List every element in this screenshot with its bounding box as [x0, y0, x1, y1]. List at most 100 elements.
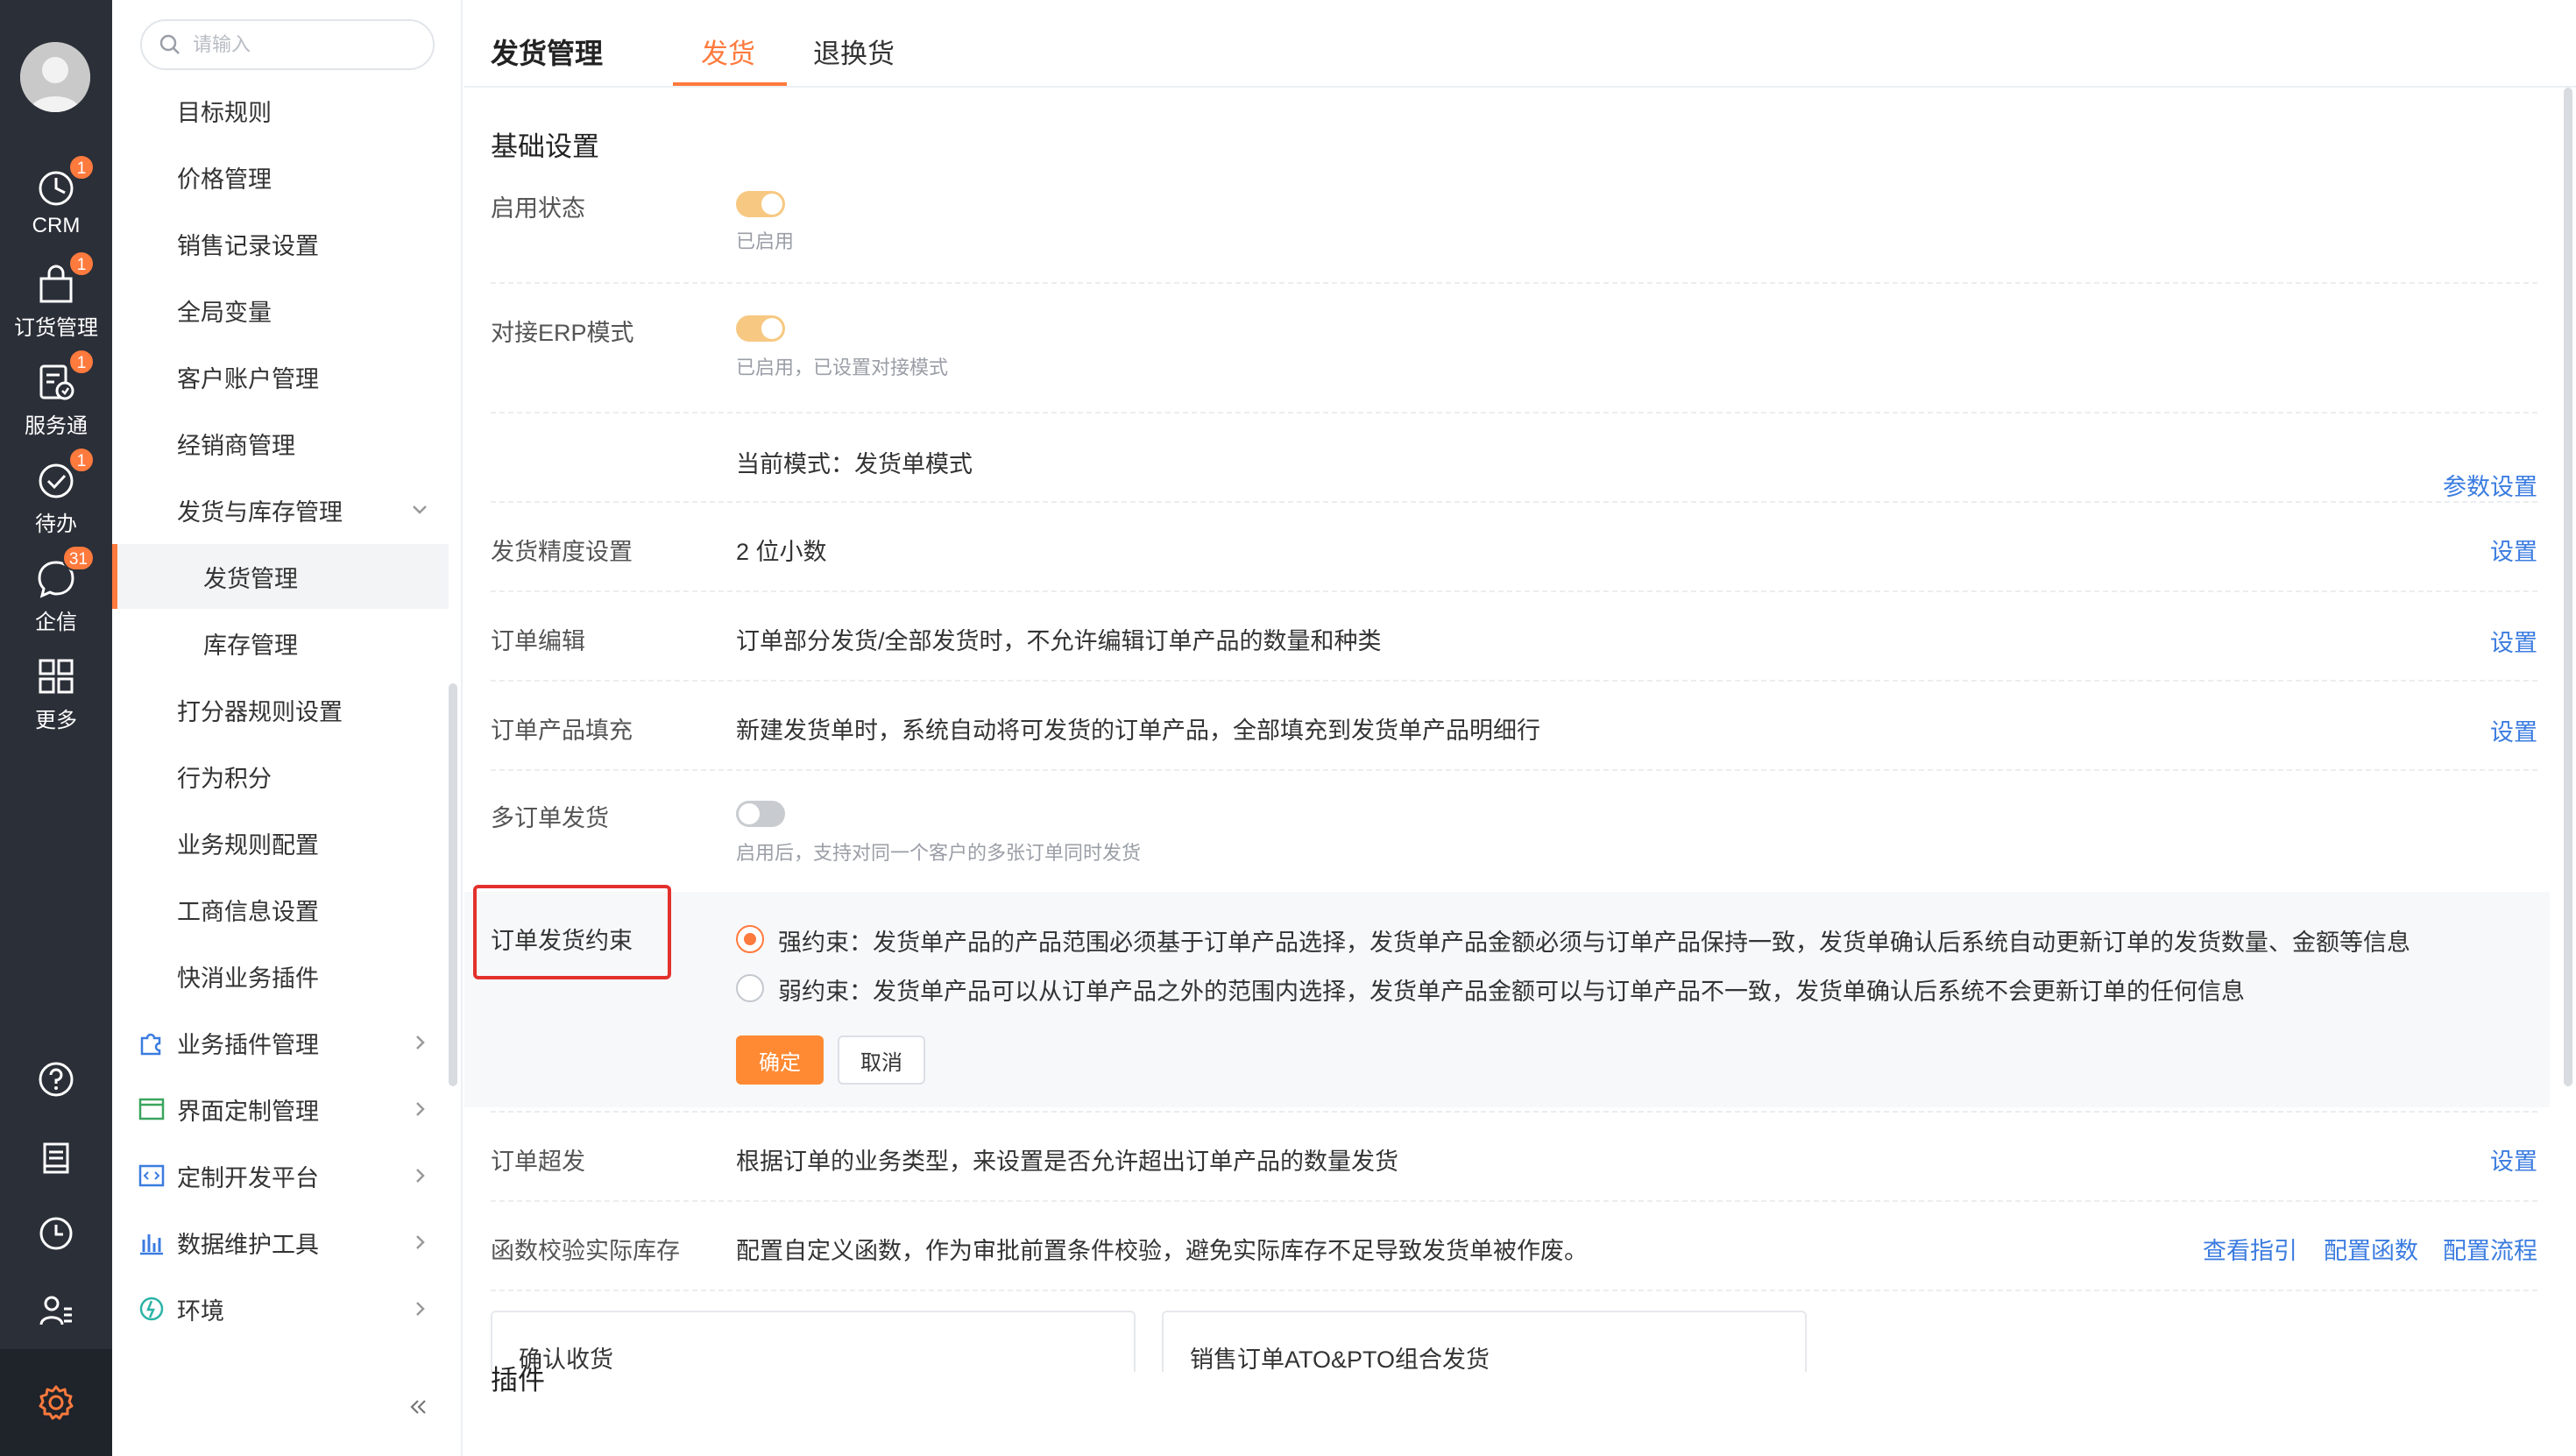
history-button[interactable] [0, 1198, 112, 1269]
chevron-right-icon [416, 1302, 425, 1316]
sidebar-item-target-rules[interactable]: 目标规则 [112, 78, 449, 143]
clock-icon [39, 1217, 73, 1250]
plugin-card-ato-pto[interactable]: 销售订单ATO&PTO组合发货 [1162, 1311, 1807, 1372]
sidebar-item-sales-record[interactable]: 销售记录设置 [112, 211, 449, 276]
sidebar-item-environment[interactable]: 环境 [112, 1276, 449, 1341]
chevron-down-icon [413, 505, 427, 514]
divider [491, 412, 2537, 413]
rail-badge: 1 [68, 447, 95, 473]
rail-item-service[interactable]: 1 服务通 [0, 349, 112, 450]
rail-label: 企信 [35, 611, 77, 634]
sidebar-item-label: 库存管理 [203, 632, 298, 659]
sidebar-item-label: 行为积分 [177, 765, 272, 792]
divider [491, 1200, 2537, 1202]
settings-sidebar: 目标规则 价格管理 销售记录设置 全局变量 客户账户管理 经销商管理 发货与库存… [112, 0, 463, 1456]
settings-button[interactable] [0, 1349, 112, 1456]
sidebar-item-label: 客户账户管理 [177, 365, 319, 392]
sidebar-item-data-tools[interactable]: 数据维护工具 [112, 1210, 449, 1275]
sidebar-item-label: 快消业务插件 [177, 965, 319, 992]
user-list-icon [39, 1296, 72, 1325]
sidebar-item-dev-platform[interactable]: 定制开发平台 [112, 1143, 449, 1208]
sidebar-item-behavior-points[interactable]: 行为积分 [112, 744, 449, 809]
rail-item-orders[interactable]: 1 订货管理 [0, 251, 112, 352]
multi-order-toggle[interactable] [736, 801, 785, 827]
sidebar-item-label: 业务规则配置 [177, 831, 319, 859]
config-flow-link[interactable]: 配置流程 [2443, 1232, 2537, 1266]
sidebar-item-label: 环境 [177, 1297, 224, 1325]
environment-icon [139, 1297, 164, 1321]
user-manage-button[interactable] [0, 1276, 112, 1346]
plugin-card-confirm-receipt[interactable]: 确认收货 [491, 1311, 1136, 1372]
app-rail: 1 CRM 1 订货管理 1 服务通 1 待办 31 企信 更多 [0, 0, 112, 1456]
user-avatar-icon [20, 42, 90, 112]
main-panel: 发货管理 发货 退换货 基础设置 启用状态 已启用 对接ERP模式 已启用，已设… [464, 0, 2576, 1456]
tab-returns[interactable]: 退换货 [813, 32, 895, 71]
sidebar-scrollbar[interactable] [449, 683, 457, 1086]
help-button[interactable] [0, 1044, 112, 1114]
gear-icon [39, 1385, 74, 1420]
settings-content: 基础设置 启用状态 已启用 对接ERP模式 已启用，已设置对接模式 当前模式：发… [464, 88, 2576, 1456]
cancel-button[interactable]: 取消 [838, 1035, 925, 1085]
order-edit-settings-link[interactable]: 设置 [2490, 624, 2537, 658]
puzzle-icon [140, 1033, 161, 1056]
notes-button[interactable] [0, 1123, 112, 1193]
param-settings-link[interactable]: 参数设置 [2443, 468, 2537, 502]
sidebar-item-scorer[interactable]: 打分器规则设置 [112, 677, 449, 742]
sidebar-item-label: 业务插件管理 [177, 1031, 319, 1058]
order-edit-value: 订单部分发货/全部发货时，不允许编辑订单产品的数量和种类 [736, 628, 1382, 654]
enable-status-toggle[interactable] [736, 191, 785, 217]
avatar[interactable] [20, 42, 90, 112]
strong-constraint-radio[interactable] [736, 925, 764, 953]
chevron-right-icon [416, 1169, 425, 1183]
view-guide-link[interactable]: 查看指引 [2203, 1232, 2297, 1266]
sidebar-item-label: 目标规则 [177, 99, 272, 126]
sidebar-item-label: 全局变量 [177, 299, 272, 326]
sidebar-item-label: 界面定制管理 [177, 1098, 319, 1125]
rail-item-chat[interactable]: 31 企信 [0, 545, 112, 647]
weak-constraint-radio[interactable] [736, 974, 764, 1002]
sidebar-item-global-vars[interactable]: 全局变量 [112, 278, 449, 343]
sidebar-item-fmcg-plugin[interactable]: 快消业务插件 [112, 944, 449, 1008]
plugin-card-title: 确认收货 [519, 1346, 613, 1372]
erp-mode-toggle[interactable] [736, 315, 785, 342]
page-title: 发货管理 [491, 38, 604, 69]
multi-order-label: 多订单发货 [491, 805, 609, 831]
config-function-link[interactable]: 配置函数 [2324, 1232, 2418, 1266]
sidebar-item-ui-custom[interactable]: 界面定制管理 [112, 1077, 449, 1141]
func-check-label: 函数校验实际库存 [491, 1238, 680, 1264]
sidebar-item-label: 价格管理 [177, 166, 272, 193]
strong-constraint-text: 强约束：发货单产品的产品范围必须基于订单产品选择，发货单产品金额必须与订单产品保… [778, 929, 2410, 956]
sidebar-item-plugin-manage[interactable]: 业务插件管理 [112, 1010, 449, 1075]
precision-settings-link[interactable]: 设置 [2490, 533, 2537, 567]
rail-item-more[interactable]: 更多 [0, 647, 112, 745]
multi-order-sub: 启用后，支持对同一个客户的多张订单同时发货 [736, 842, 1142, 864]
order-edit-label: 订单编辑 [491, 628, 585, 654]
chevron-right-icon [416, 1035, 425, 1050]
over-ship-settings-link[interactable]: 设置 [2490, 1142, 2537, 1177]
sidebar-item-customer-account[interactable]: 客户账户管理 [112, 344, 449, 409]
search-box[interactable] [140, 19, 435, 70]
confirm-button[interactable]: 确定 [736, 1035, 824, 1085]
sidebar-item-shipping-inventory[interactable]: 发货与库存管理 [112, 477, 449, 542]
search-input[interactable] [191, 32, 419, 57]
sidebar-item-inventory[interactable]: 库存管理 [112, 611, 449, 675]
help-icon [39, 1062, 74, 1097]
tab-shipping[interactable]: 发货 [701, 32, 755, 71]
main-scrollbar[interactable] [2564, 88, 2572, 1086]
constraint-label: 订单发货约束 [491, 928, 633, 954]
sidebar-item-dealer[interactable]: 经销商管理 [112, 411, 449, 476]
precision-value: 2 位小数 [736, 539, 827, 565]
sidebar-item-business-info[interactable]: 工商信息设置 [112, 877, 449, 942]
collapse-sidebar-button[interactable] [401, 1389, 436, 1424]
sidebar-item-shipping[interactable]: 发货管理 [112, 544, 449, 609]
rail-item-todo[interactable]: 1 待办 [0, 447, 112, 548]
rail-label: 服务通 [25, 414, 88, 438]
sidebar-item-business-rules[interactable]: 业务规则配置 [112, 810, 449, 875]
grid-icon [39, 659, 74, 694]
sidebar-item-price[interactable]: 价格管理 [112, 145, 449, 209]
rail-label: CRM [32, 214, 81, 237]
order-fill-settings-link[interactable]: 设置 [2490, 713, 2537, 747]
rail-item-crm[interactable]: 1 CRM [0, 154, 112, 256]
sidebar-item-label: 工商信息设置 [177, 898, 319, 925]
rail-badge: 31 [61, 545, 95, 571]
